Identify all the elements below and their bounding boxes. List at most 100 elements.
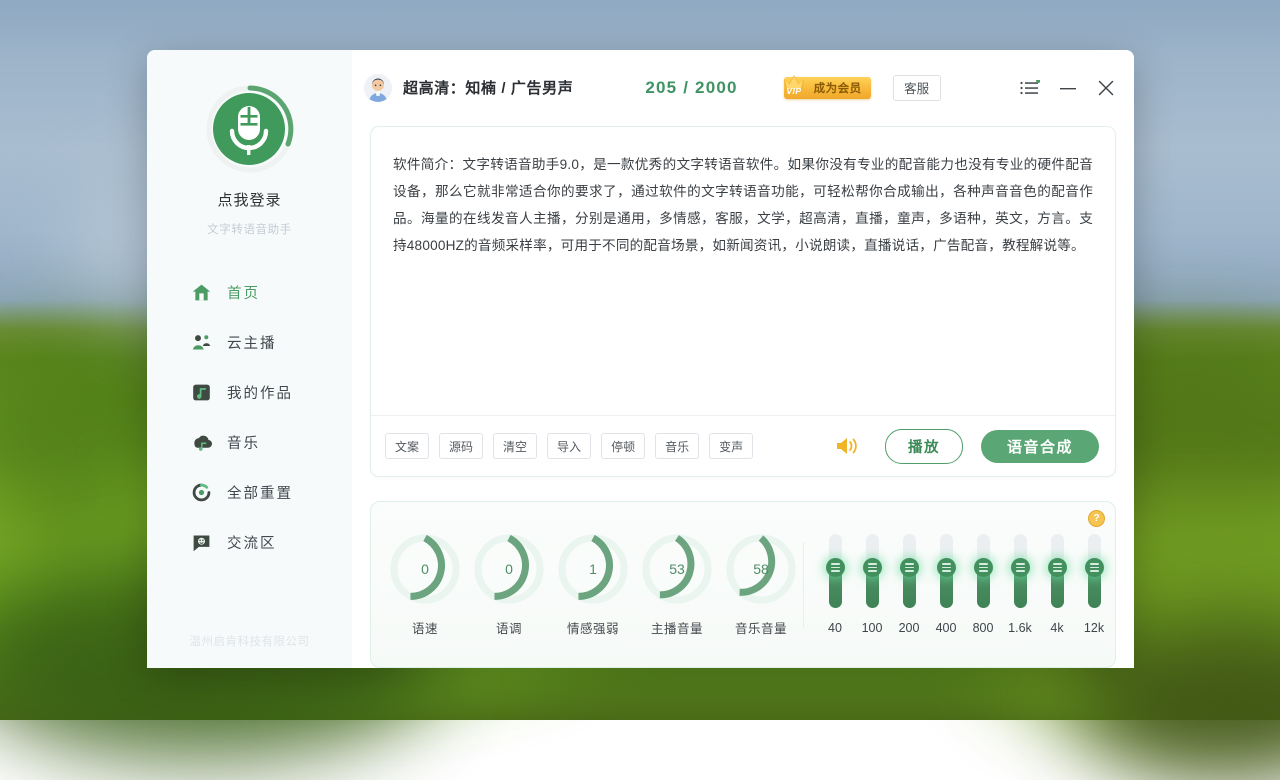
- support-button[interactable]: 客服: [893, 75, 941, 101]
- gauge-ring: 1: [556, 532, 630, 606]
- eq-band-12k[interactable]: 12k: [1082, 534, 1106, 635]
- titlebar: 超高清：知楠 / 广告男声 205 / 2000 VIP 成为会员 客服: [352, 50, 1134, 126]
- pause-button[interactable]: 停顿: [601, 433, 645, 459]
- sidebar-item-label: 首页: [227, 282, 260, 303]
- sidebar-item-cloud-anchor[interactable]: 云主播: [147, 317, 352, 367]
- sidebar-item-music[interactable]: 音乐: [147, 417, 352, 467]
- editor-toolbar: 文案 源码 清空 导入 停顿 音乐 变声: [371, 415, 1115, 476]
- sidebar-item-community[interactable]: 交流区: [147, 517, 352, 567]
- gauge-label: 情感强弱: [567, 618, 619, 637]
- eq-knob[interactable]: [863, 558, 882, 577]
- eq-knob[interactable]: [826, 558, 845, 577]
- cloud-anchor-icon: [191, 332, 212, 353]
- import-button[interactable]: 导入: [547, 433, 591, 459]
- synthesize-button[interactable]: 语音合成: [981, 430, 1099, 463]
- support-label: 客服: [904, 78, 929, 97]
- gauge-label: 音乐音量: [735, 618, 787, 637]
- menu-icon[interactable]: [1020, 78, 1040, 98]
- eq-knob[interactable]: [900, 558, 919, 577]
- eq-knob[interactable]: [1048, 558, 1067, 577]
- eq-band-800[interactable]: 800: [971, 534, 995, 635]
- sidebar-item-my-works[interactable]: 我的作品: [147, 367, 352, 417]
- play-label: 播放: [908, 436, 940, 457]
- eq-knob[interactable]: [1011, 558, 1030, 577]
- character-counter: 205 / 2000: [645, 78, 737, 98]
- voice-title: 超高清：知楠 / 广告男声: [403, 77, 573, 98]
- sidebar-item-home[interactable]: 首页: [147, 267, 352, 317]
- sidebar-item-label: 交流区: [227, 532, 277, 553]
- copywriting-button[interactable]: 文案: [385, 433, 429, 459]
- clear-button[interactable]: 清空: [493, 433, 537, 459]
- sidebar-item-label: 全部重置: [227, 482, 293, 503]
- button-label: 音乐: [665, 438, 689, 455]
- eq-label: 200: [899, 621, 920, 635]
- close-icon[interactable]: [1096, 78, 1116, 98]
- editor-card: 软件简介：文字转语音助手9.0，是一款优秀的文字转语音软件。如果你没有专业的配音…: [370, 126, 1116, 477]
- app-logo: [204, 83, 296, 175]
- gauge-value: 0: [388, 532, 462, 606]
- eq-band-1600[interactable]: 1.6k: [1008, 534, 1032, 635]
- eq-track[interactable]: [977, 534, 990, 608]
- login-link[interactable]: 点我登录: [217, 189, 281, 210]
- button-label: 停顿: [611, 438, 635, 455]
- synthesize-label: 语音合成: [1007, 436, 1073, 457]
- button-label: 清空: [503, 438, 527, 455]
- gauge-value: 0: [472, 532, 546, 606]
- gauge-value: 58: [724, 532, 798, 606]
- eq-track[interactable]: [1014, 534, 1027, 608]
- eq-track[interactable]: [866, 534, 879, 608]
- minimize-icon[interactable]: [1058, 78, 1078, 98]
- avatar[interactable]: [364, 74, 392, 102]
- speaker-icon[interactable]: [835, 435, 861, 457]
- eq-band-200[interactable]: 200: [897, 534, 921, 635]
- sidebar-item-label: 我的作品: [227, 382, 293, 403]
- gauge-label: 语调: [496, 618, 522, 637]
- eq-track[interactable]: [829, 534, 842, 608]
- music-button[interactable]: 音乐: [655, 433, 699, 459]
- reset-icon: [191, 482, 212, 503]
- text-editor[interactable]: 软件简介：文字转语音助手9.0，是一款优秀的文字转语音软件。如果你没有专业的配音…: [371, 127, 1115, 415]
- eq-label: 4k: [1050, 621, 1063, 635]
- eq-band-100[interactable]: 100: [860, 534, 884, 635]
- gauge-music-volume[interactable]: 58 音乐音量: [720, 532, 802, 637]
- sidebar: 点我登录 文字转语音助手 首页: [147, 50, 352, 668]
- help-label: ?: [1093, 513, 1099, 524]
- voice-change-button[interactable]: 变声: [709, 433, 753, 459]
- gauge-ring: 0: [472, 532, 546, 606]
- sidebar-nav: 首页 云主播: [147, 267, 352, 567]
- button-label: 源码: [449, 438, 473, 455]
- eq-track[interactable]: [903, 534, 916, 608]
- source-code-button[interactable]: 源码: [439, 433, 483, 459]
- eq-knob[interactable]: [1085, 558, 1104, 577]
- sidebar-item-reset-all[interactable]: 全部重置: [147, 467, 352, 517]
- eq-knob[interactable]: [937, 558, 956, 577]
- play-button[interactable]: 播放: [885, 429, 963, 464]
- eq-label: 40: [828, 621, 842, 635]
- my-works-icon: [191, 382, 212, 403]
- eq-label: 12k: [1084, 621, 1104, 635]
- gauge-value: 53: [640, 532, 714, 606]
- eq-track[interactable]: [940, 534, 953, 608]
- eq-track[interactable]: [1051, 534, 1064, 608]
- gauge-speed[interactable]: 0 语速: [384, 532, 466, 637]
- chat-icon: [191, 532, 212, 553]
- home-icon: [191, 282, 212, 303]
- become-member-button[interactable]: VIP 成为会员: [784, 77, 871, 99]
- eq-track[interactable]: [1088, 534, 1101, 608]
- gauge-pitch[interactable]: 0 语调: [468, 532, 550, 637]
- button-label: 变声: [719, 438, 743, 455]
- eq-knob[interactable]: [974, 558, 993, 577]
- button-label: 文案: [395, 438, 419, 455]
- become-member-label: 成为会员: [814, 80, 862, 96]
- gauge-emotion[interactable]: 1 情感强弱: [552, 532, 634, 637]
- eq-label: 800: [973, 621, 994, 635]
- gauge-anchor-volume[interactable]: 53 主播音量: [636, 532, 718, 637]
- eq-band-40[interactable]: 40: [823, 534, 847, 635]
- eq-band-4k[interactable]: 4k: [1045, 534, 1069, 635]
- gauge-group: 0 语速 0 语调: [371, 502, 803, 667]
- sidebar-item-label: 云主播: [227, 332, 277, 353]
- equalizer-group: 40 100 200: [804, 502, 1115, 667]
- music-icon: [191, 432, 212, 453]
- eq-band-400[interactable]: 400: [934, 534, 958, 635]
- company-footer: 温州启肯科技有限公司: [147, 633, 352, 649]
